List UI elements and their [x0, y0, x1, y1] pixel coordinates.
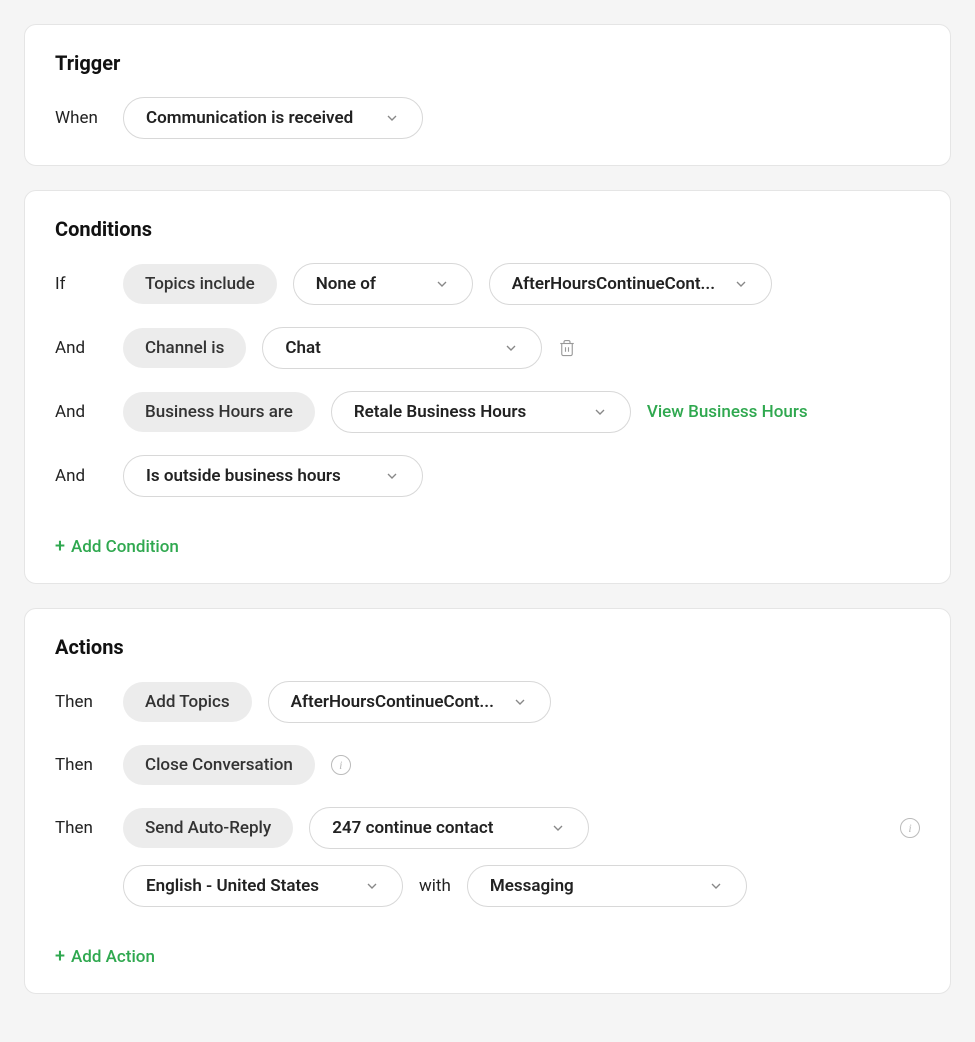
action-value-select[interactable]: 247 continue contact [309, 807, 589, 849]
action-locale-select[interactable]: English - United States [123, 865, 403, 907]
chevron-down-icon [592, 404, 608, 420]
info-icon[interactable]: i [900, 818, 920, 838]
action-prefix: Then [55, 692, 107, 712]
condition-prefix: If [55, 274, 107, 294]
condition-value-select[interactable]: Is outside business hours [123, 455, 423, 497]
action-type-label: Add Topics [145, 692, 230, 712]
action-prefix: Then [55, 755, 107, 775]
action-channel-value: Messaging [490, 876, 574, 896]
chevron-down-icon [512, 694, 528, 710]
actions-card: Actions Then Add Topics AfterHoursContin… [24, 608, 951, 994]
action-sub-row: English - United States with Messaging [123, 865, 920, 907]
condition-row: And Is outside business hours [55, 455, 920, 497]
chevron-down-icon [550, 820, 566, 836]
chevron-down-icon [364, 878, 380, 894]
conditions-title: Conditions [55, 217, 920, 241]
action-row: Then Close Conversation i [55, 745, 920, 785]
trigger-select[interactable]: Communication is received [123, 97, 423, 139]
action-type-label: Send Auto-Reply [145, 818, 271, 838]
action-locale-value: English - United States [146, 876, 319, 896]
condition-type-label: Topics include [145, 274, 255, 294]
action-row: Then Add Topics AfterHoursContinueCont..… [55, 681, 920, 723]
condition-row: And Channel is Chat [55, 327, 920, 369]
condition-prefix: And [55, 402, 107, 422]
action-value-select[interactable]: AfterHoursContinueCont... [268, 681, 551, 723]
condition-type-pill[interactable]: Topics include [123, 264, 277, 304]
action-type-pill[interactable]: Close Conversation [123, 745, 315, 785]
info-icon[interactable]: i [331, 755, 351, 775]
add-action-label: Add Action [71, 947, 155, 967]
chevron-down-icon [733, 276, 749, 292]
action-prefix: Then [55, 818, 107, 838]
with-label: with [419, 876, 451, 896]
trigger-prefix: When [55, 108, 107, 128]
action-row: Then Send Auto-Reply 247 continue contac… [55, 807, 920, 849]
condition-row: If Topics include None of AfterHoursCont… [55, 263, 920, 305]
action-value: AfterHoursContinueCont... [291, 692, 494, 712]
trigger-title: Trigger [55, 51, 920, 75]
condition-type-label: Business Hours are [145, 402, 293, 422]
chevron-down-icon [384, 110, 400, 126]
conditions-card: Conditions If Topics include None of Aft… [24, 190, 951, 584]
chevron-down-icon [434, 276, 450, 292]
action-type-pill[interactable]: Add Topics [123, 682, 252, 722]
condition-operator-select[interactable]: None of [293, 263, 473, 305]
actions-title: Actions [55, 635, 920, 659]
condition-value-select[interactable]: Chat [262, 327, 542, 369]
trigger-card: Trigger When Communication is received [24, 24, 951, 166]
add-condition-button[interactable]: + Add Condition [55, 537, 179, 557]
chevron-down-icon [708, 878, 724, 894]
trigger-row: When Communication is received [55, 97, 920, 139]
action-type-pill[interactable]: Send Auto-Reply [123, 808, 293, 848]
trash-icon[interactable] [558, 338, 576, 358]
action-type-label: Close Conversation [145, 755, 293, 775]
condition-value-select[interactable]: Retale Business Hours [331, 391, 631, 433]
action-channel-select[interactable]: Messaging [467, 865, 747, 907]
condition-row: And Business Hours are Retale Business H… [55, 391, 920, 433]
add-action-button[interactable]: + Add Action [55, 947, 155, 967]
action-value: 247 continue contact [332, 818, 493, 838]
plus-icon: + [55, 948, 65, 966]
chevron-down-icon [503, 340, 519, 356]
condition-type-pill[interactable]: Channel is [123, 328, 246, 368]
condition-type-pill[interactable]: Business Hours are [123, 392, 315, 432]
condition-prefix: And [55, 466, 107, 486]
trigger-select-value: Communication is received [146, 108, 353, 128]
condition-operator-value: None of [316, 274, 376, 294]
condition-type-label: Channel is [145, 338, 224, 358]
condition-value: Retale Business Hours [354, 402, 526, 422]
condition-value-select[interactable]: AfterHoursContinueCont... [489, 263, 772, 305]
condition-value: Is outside business hours [146, 466, 341, 486]
chevron-down-icon [384, 468, 400, 484]
add-condition-label: Add Condition [71, 537, 179, 557]
condition-value: Chat [285, 338, 320, 358]
view-business-hours-link[interactable]: View Business Hours [647, 402, 808, 422]
plus-icon: + [55, 538, 65, 556]
condition-prefix: And [55, 338, 107, 358]
condition-value: AfterHoursContinueCont... [512, 274, 715, 294]
